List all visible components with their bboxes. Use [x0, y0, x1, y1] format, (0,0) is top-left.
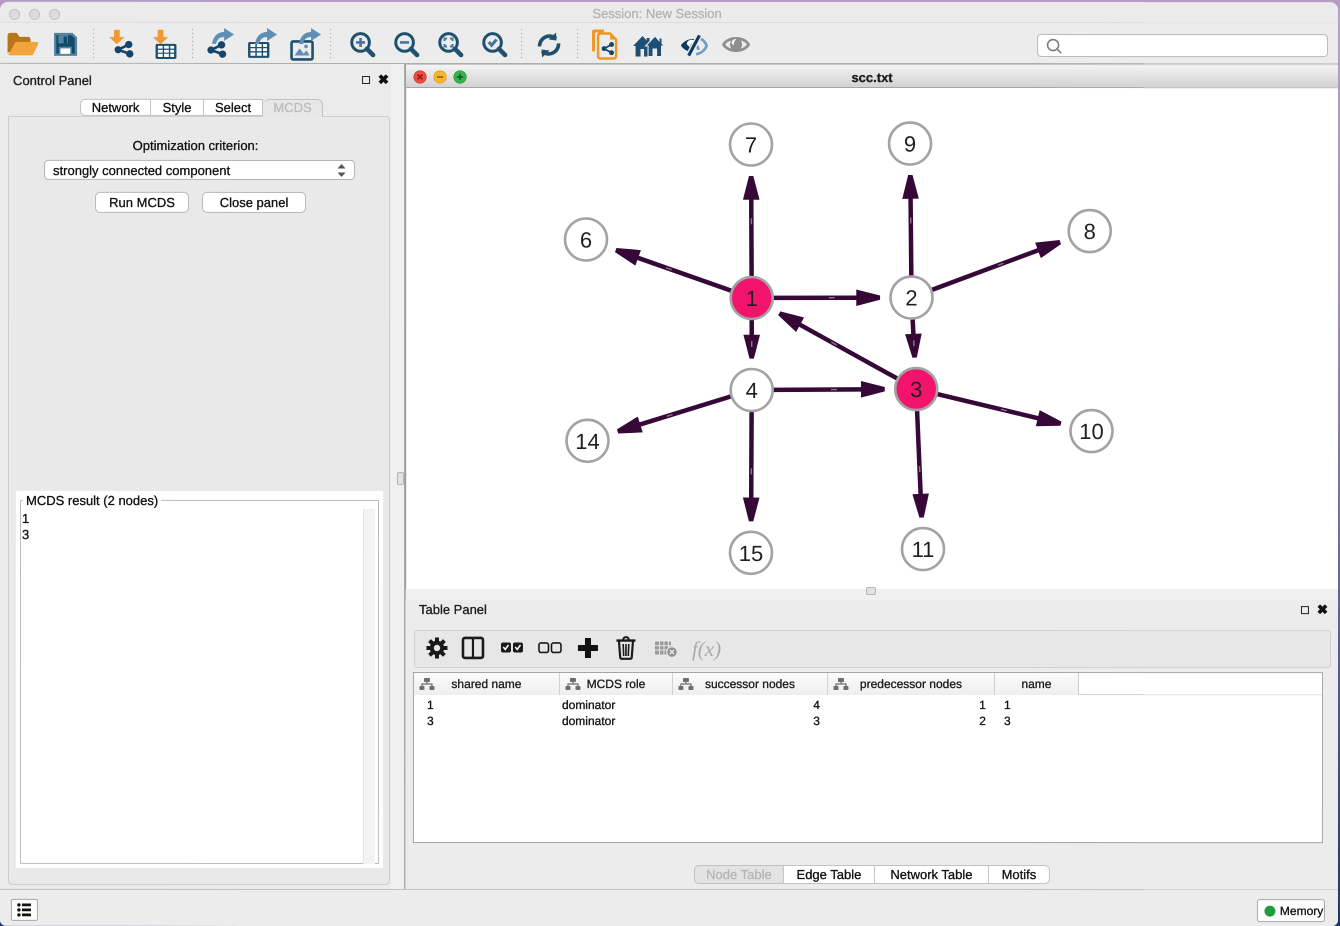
svg-text:14: 14 — [575, 429, 599, 454]
svg-text:8: 8 — [1084, 219, 1096, 244]
svg-text:4: 4 — [746, 378, 758, 403]
svg-text:f(x): f(x) — [692, 637, 721, 661]
svg-text:15: 15 — [739, 541, 763, 566]
svg-text:9: 9 — [904, 132, 916, 157]
svg-text:2: 2 — [905, 286, 917, 311]
svg-text:6: 6 — [580, 227, 592, 252]
svg-text:1: 1 — [746, 286, 758, 311]
svg-text:10: 10 — [1079, 419, 1103, 444]
svg-text:11: 11 — [912, 537, 935, 562]
svg-text:7: 7 — [745, 133, 757, 158]
svg-text:3: 3 — [910, 377, 922, 402]
